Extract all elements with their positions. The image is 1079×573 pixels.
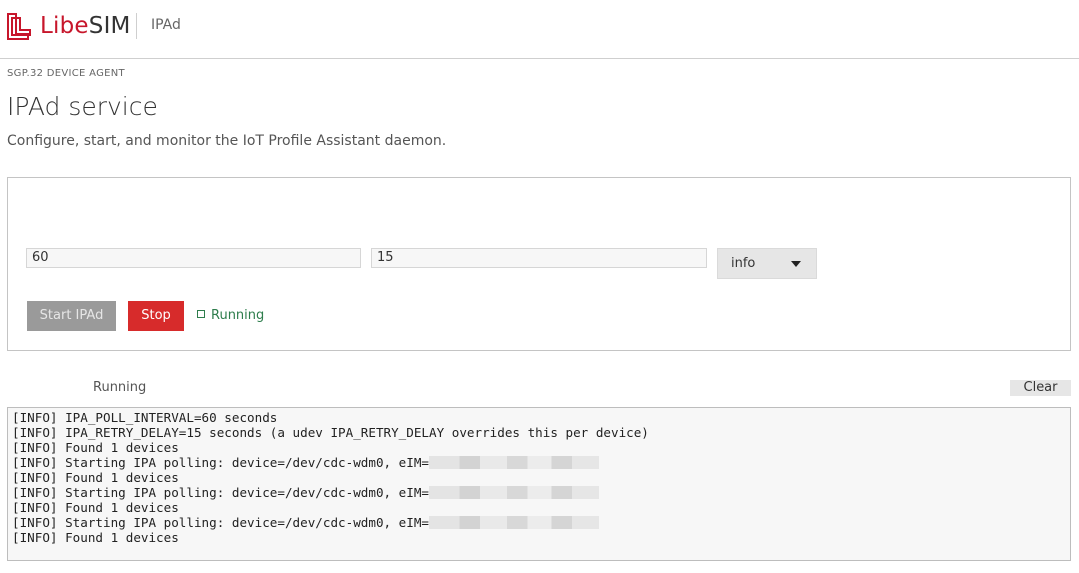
page-subtitle: Configure, start, and monitor the IoT Pr…	[7, 133, 447, 149]
log-level-value: info	[731, 256, 756, 271]
log-level-select[interactable]: info	[717, 248, 817, 279]
service-status: Running	[197, 308, 264, 323]
libesim-logo-icon[interactable]	[6, 12, 32, 41]
redacted-eim	[429, 516, 600, 529]
clear-log-button[interactable]: Clear	[1010, 380, 1071, 396]
log-line: [INFO] Found 1 devices	[12, 500, 1066, 515]
log-line-text: [INFO] IPA_RETRY_DELAY=15 seconds (a ude…	[12, 425, 649, 440]
log-line: [INFO] IPA_RETRY_DELAY=15 seconds (a ude…	[12, 425, 1066, 440]
log-line-text: [INFO] IPA_POLL_INTERVAL=60 seconds	[12, 410, 278, 425]
log-line-text: [INFO] Found 1 devices	[12, 500, 179, 515]
log-line-text: [INFO] Starting IPA polling: device=/dev…	[12, 515, 430, 530]
log-line-text: [INFO] Starting IPA polling: device=/dev…	[12, 485, 430, 500]
page-title: IPAd service	[7, 92, 158, 121]
service-status-label: Running	[211, 308, 265, 323]
log-line-text: [INFO] Found 1 devices	[12, 470, 179, 485]
nav-app-ipad[interactable]: IPAd	[151, 17, 181, 33]
top-bar: LibeSIM IPAd	[0, 0, 1079, 59]
log-line-text: [INFO] Found 1 devices	[12, 440, 179, 455]
log-output[interactable]: [INFO] IPA_POLL_INTERVAL=60 seconds [INFO…	[7, 407, 1071, 561]
log-line: [INFO] Starting IPA polling: device=/dev…	[12, 485, 1066, 500]
redacted-eim	[429, 486, 600, 499]
log-line: [INFO] Starting IPA polling: device=/dev…	[12, 515, 1066, 530]
log-status-label: Running	[93, 380, 147, 395]
brand-sim: SIM	[88, 13, 131, 39]
brand-libe: Libe	[40, 13, 89, 39]
chevron-down-icon	[791, 261, 801, 267]
redacted-eim	[429, 456, 600, 469]
status-square-icon	[197, 310, 205, 318]
poll-interval-input[interactable]: 60	[26, 248, 361, 268]
log-line: [INFO] Starting IPA polling: device=/dev…	[12, 455, 1066, 470]
start-ipad-button[interactable]: Start IPAd	[27, 301, 116, 331]
log-line: [INFO] IPA_POLL_INTERVAL=60 seconds	[12, 410, 1066, 425]
log-line-text: [INFO] Starting IPA polling: device=/dev…	[12, 455, 430, 470]
log-line: [INFO] Found 1 devices	[12, 470, 1066, 485]
log-line: [INFO] Found 1 devices	[12, 530, 1066, 545]
log-line-text: [INFO] Found 1 devices	[12, 530, 179, 545]
header-divider	[136, 13, 137, 39]
log-line: [INFO] Found 1 devices	[12, 440, 1066, 455]
brand-name[interactable]: LibeSIM	[40, 12, 131, 40]
page-eyebrow: SGP.32 DEVICE AGENT	[7, 68, 125, 79]
retry-delay-input[interactable]: 15	[371, 248, 707, 268]
stop-button[interactable]: Stop	[128, 301, 184, 331]
